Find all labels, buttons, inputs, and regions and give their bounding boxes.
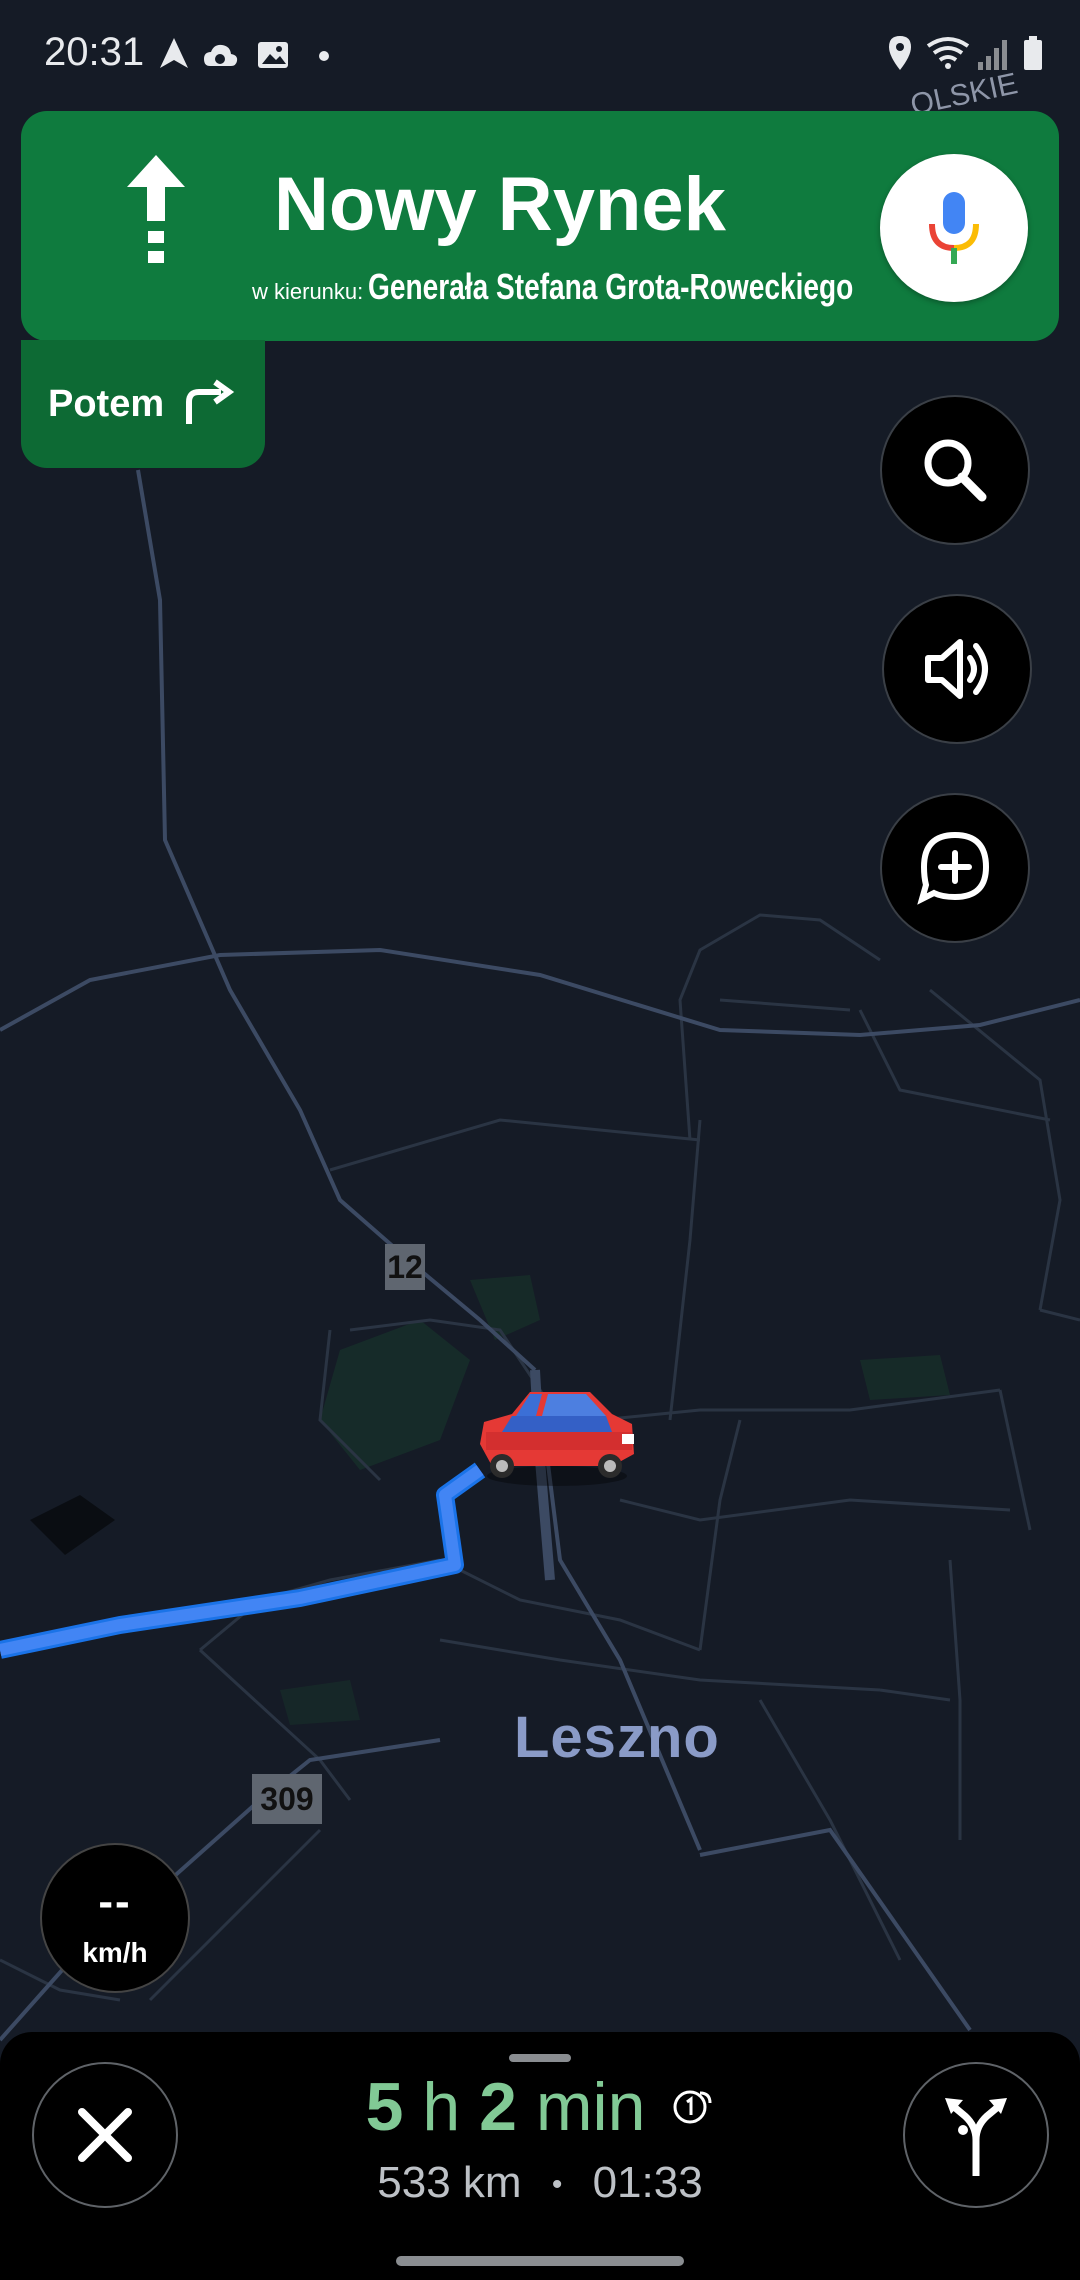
cloud-sync-icon (204, 44, 238, 66)
signal-icon (978, 40, 1007, 70)
location-icon (889, 36, 911, 70)
street-name: Nowy Rynek (274, 162, 726, 247)
arrival-time: 01:33 (592, 2158, 703, 2207)
search-icon (924, 439, 987, 502)
add-report-button[interactable] (880, 793, 1030, 943)
city-label: Leszno (514, 1705, 720, 1770)
route-fork-icon (945, 2098, 1007, 2176)
navigation-instruction-card[interactable]: Nowy Rynek w kierunku: Generała Stefana … (21, 111, 1059, 341)
add-comment-icon (917, 831, 990, 905)
navigation-icon (160, 38, 188, 68)
microphone-icon (929, 192, 979, 264)
road-shield: 12 (385, 1244, 425, 1290)
search-button[interactable] (880, 395, 1030, 545)
sound-button[interactable] (882, 594, 1032, 744)
status-icons-left (158, 34, 338, 79)
eta-minutes: 2 (479, 2069, 517, 2145)
turn-right-icon (186, 379, 235, 424)
eta-min-unit: min (535, 2069, 646, 2145)
battery-icon (1024, 36, 1042, 70)
alternate-routes-button[interactable] (903, 2062, 1049, 2208)
voice-search-button[interactable] (880, 154, 1028, 302)
speedometer: -- km/h (40, 1843, 190, 1993)
home-indicator[interactable] (396, 2256, 684, 2266)
trip-summary-panel[interactable]: 5 h 2 min 533 km • 01:33 (0, 2032, 1080, 2280)
info-icon[interactable] (670, 2083, 714, 2127)
wifi-icon (926, 37, 970, 69)
speed-unit: km/h (82, 1937, 148, 1968)
trip-distance: 533 km (377, 2158, 522, 2207)
then-label: Potem (48, 383, 165, 425)
car-position-icon (480, 1392, 634, 1486)
status-bar: 20:31 (0, 0, 1080, 110)
direction-prefix: w kierunku: (252, 279, 364, 304)
speed-value: -- (98, 1877, 132, 1926)
trip-separator: • (551, 2168, 563, 2202)
direction-street: Generała Stefana Grota-Roweckiego (367, 266, 854, 307)
next-maneuver-card[interactable]: Potem (21, 340, 265, 468)
volume-icon (925, 639, 988, 699)
arrow-straight-icon (127, 155, 185, 263)
drag-handle[interactable] (509, 2054, 571, 2062)
image-icon (258, 42, 288, 68)
dot-icon (319, 51, 329, 61)
eta-h-unit: h (422, 2069, 461, 2145)
status-icons-right (880, 34, 1050, 79)
status-time: 20:31 (44, 30, 145, 74)
eta-hours: 5 (365, 2069, 404, 2145)
road-shield: 309 (252, 1774, 322, 1824)
